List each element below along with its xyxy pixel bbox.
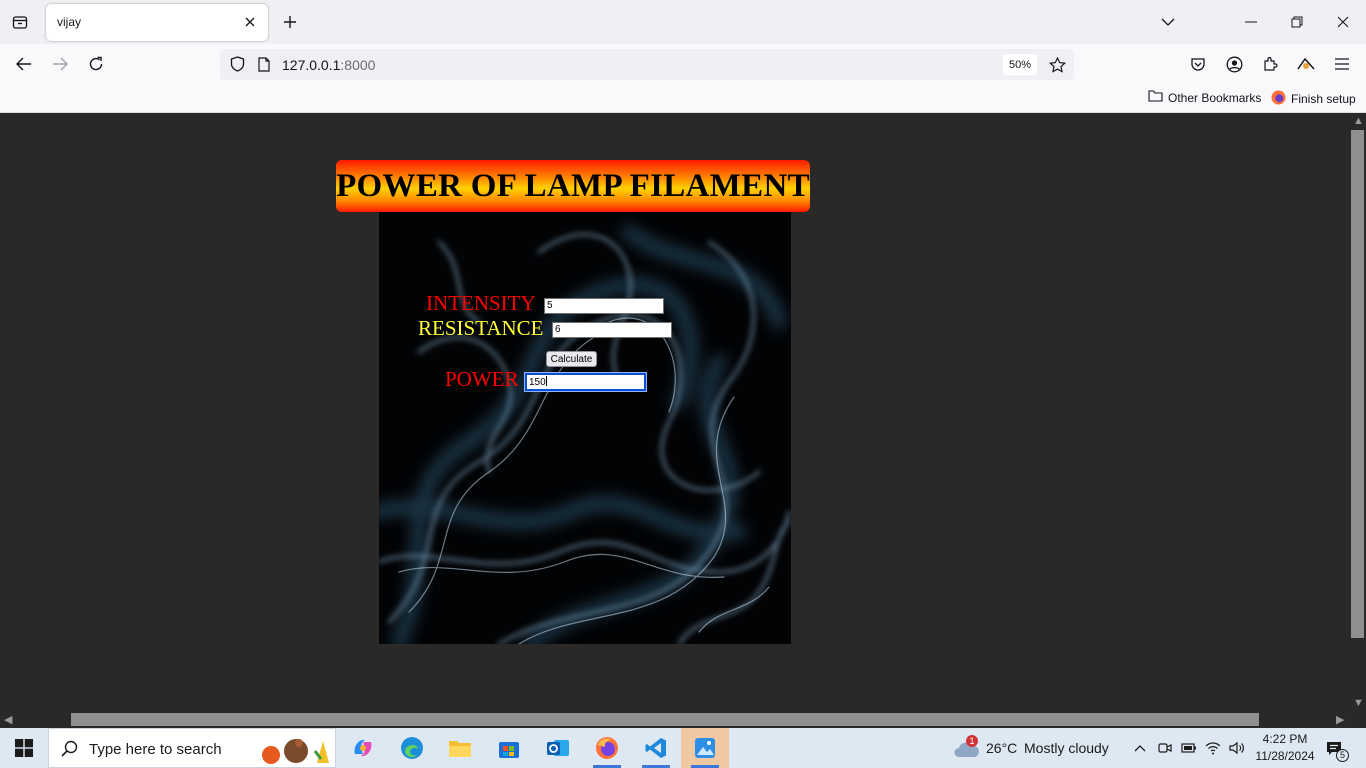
power-output-field[interactable]: 150	[524, 372, 647, 392]
thanksgiving-decoration-icon	[259, 733, 333, 768]
navigation-toolbar: 127.0.0.1:8000 50%	[0, 44, 1366, 84]
shield-icon[interactable]	[228, 55, 246, 73]
intensity-label: INTENSITY	[426, 291, 536, 315]
scroll-down-arrow-icon[interactable]: ▼	[1353, 697, 1364, 709]
notification-count-badge: 5	[1336, 749, 1349, 762]
bookmarks-toolbar: Other Bookmarks Finish setup	[0, 84, 1366, 113]
vertical-scroll-thumb[interactable]	[1351, 130, 1364, 638]
folder-icon	[1148, 90, 1163, 105]
other-bookmarks-label: Other Bookmarks	[1168, 90, 1262, 105]
clock-time: 4:22 PM	[1262, 732, 1308, 746]
wifi-icon[interactable]	[1202, 728, 1224, 768]
power-output-value: 150	[529, 377, 546, 388]
extensions-icon[interactable]	[1258, 52, 1282, 76]
restore-icon[interactable]	[1283, 8, 1311, 36]
other-bookmarks-folder[interactable]: Other Bookmarks	[1148, 90, 1261, 105]
resistance-input[interactable]: 6	[552, 322, 672, 338]
account-icon[interactable]	[1222, 52, 1246, 76]
search-placeholder: Type here to search	[89, 741, 222, 758]
taskbar-search-box[interactable]: Type here to search	[48, 728, 336, 768]
vscode-icon[interactable]	[632, 728, 680, 768]
weather-condition: Mostly cloudy	[1024, 740, 1109, 756]
hamburger-menu-icon[interactable]	[1330, 52, 1354, 76]
show-hidden-icons-chevron-icon[interactable]	[1130, 728, 1150, 768]
pocket-icon[interactable]	[1186, 52, 1210, 76]
calculate-button[interactable]: Calculate	[546, 351, 597, 367]
text-caret	[545, 376, 547, 386]
search-icon	[61, 740, 78, 762]
tab-bar: vijay	[0, 0, 1366, 44]
scroll-up-arrow-icon[interactable]: ▲	[1353, 115, 1364, 127]
horizontal-scrollbar[interactable]: ◀ ▶	[0, 711, 1366, 728]
microsoft-store-icon[interactable]	[485, 728, 533, 768]
close-tab-icon[interactable]	[241, 13, 259, 31]
windows-start-icon[interactable]	[0, 728, 48, 768]
page-viewport: POWER OF LAMP FILAMENT INTENSITY 5 RESIS…	[0, 113, 1349, 711]
finish-setup-label: Finish setup	[1291, 92, 1356, 106]
smoke-background-image	[379, 212, 791, 644]
power-label: POWER	[445, 367, 519, 391]
tab-list-icon[interactable]	[8, 10, 32, 34]
file-explorer-icon[interactable]	[436, 728, 484, 768]
zoom-level-badge[interactable]: 50%	[1003, 54, 1037, 75]
meet-camera-icon[interactable]	[1154, 728, 1176, 768]
edge-icon[interactable]	[388, 728, 436, 768]
minimize-icon[interactable]	[1237, 8, 1265, 36]
url-text[interactable]: 127.0.0.1:8000	[282, 57, 375, 73]
battery-icon[interactable]	[1178, 728, 1200, 768]
firefox-taskbar-icon[interactable]	[583, 728, 631, 768]
weather-widget[interactable]: 1 26°C Mostly cloudy	[952, 728, 1117, 768]
copilot-icon[interactable]	[339, 728, 387, 768]
url-host: 127.0.0.1	[282, 57, 341, 73]
scroll-right-arrow-icon[interactable]: ▶	[1336, 713, 1344, 726]
page-info-icon[interactable]	[255, 55, 273, 73]
clock[interactable]: 4:22 PM 11/28/2024	[1250, 731, 1320, 765]
clock-date: 11/28/2024	[1255, 749, 1315, 763]
forward-arrow-icon[interactable]	[48, 52, 72, 76]
back-arrow-icon[interactable]	[12, 52, 36, 76]
resistance-label: RESISTANCE	[418, 316, 544, 340]
photos-app-icon[interactable]	[681, 728, 729, 768]
firefox-logo-icon	[1271, 90, 1286, 108]
extension-badge-icon[interactable]	[1294, 52, 1318, 76]
weather-temperature: 26°C	[986, 740, 1018, 756]
volume-icon[interactable]	[1226, 728, 1248, 768]
outlook-icon[interactable]	[534, 728, 582, 768]
new-tab-icon[interactable]	[278, 10, 302, 34]
address-bar[interactable]: 127.0.0.1:8000 50%	[220, 49, 1074, 80]
page-title: POWER OF LAMP FILAMENT	[336, 167, 810, 204]
intensity-input[interactable]: 5	[544, 298, 664, 314]
title-banner: POWER OF LAMP FILAMENT	[336, 160, 810, 212]
tab-title: vijay	[57, 15, 82, 29]
vertical-scrollbar[interactable]: ▲ ▼	[1349, 113, 1366, 711]
notifications-icon[interactable]: 5	[1322, 728, 1349, 768]
bookmark-star-icon[interactable]	[1047, 55, 1067, 75]
scroll-left-arrow-icon[interactable]: ◀	[4, 713, 12, 726]
close-window-icon[interactable]	[1329, 8, 1357, 36]
tab-overflow-chevron-icon[interactable]	[1154, 8, 1182, 36]
finish-setup-bookmark[interactable]: Finish setup	[1271, 90, 1356, 108]
weather-alert-badge: 1	[966, 735, 978, 747]
reload-icon[interactable]	[84, 52, 108, 76]
browser-tab[interactable]: vijay	[46, 4, 268, 41]
horizontal-scroll-thumb[interactable]	[71, 713, 1259, 726]
url-port: :8000	[340, 57, 376, 73]
windows-taskbar: Type here to search 1 26°C Mostly cloudy	[0, 728, 1366, 768]
